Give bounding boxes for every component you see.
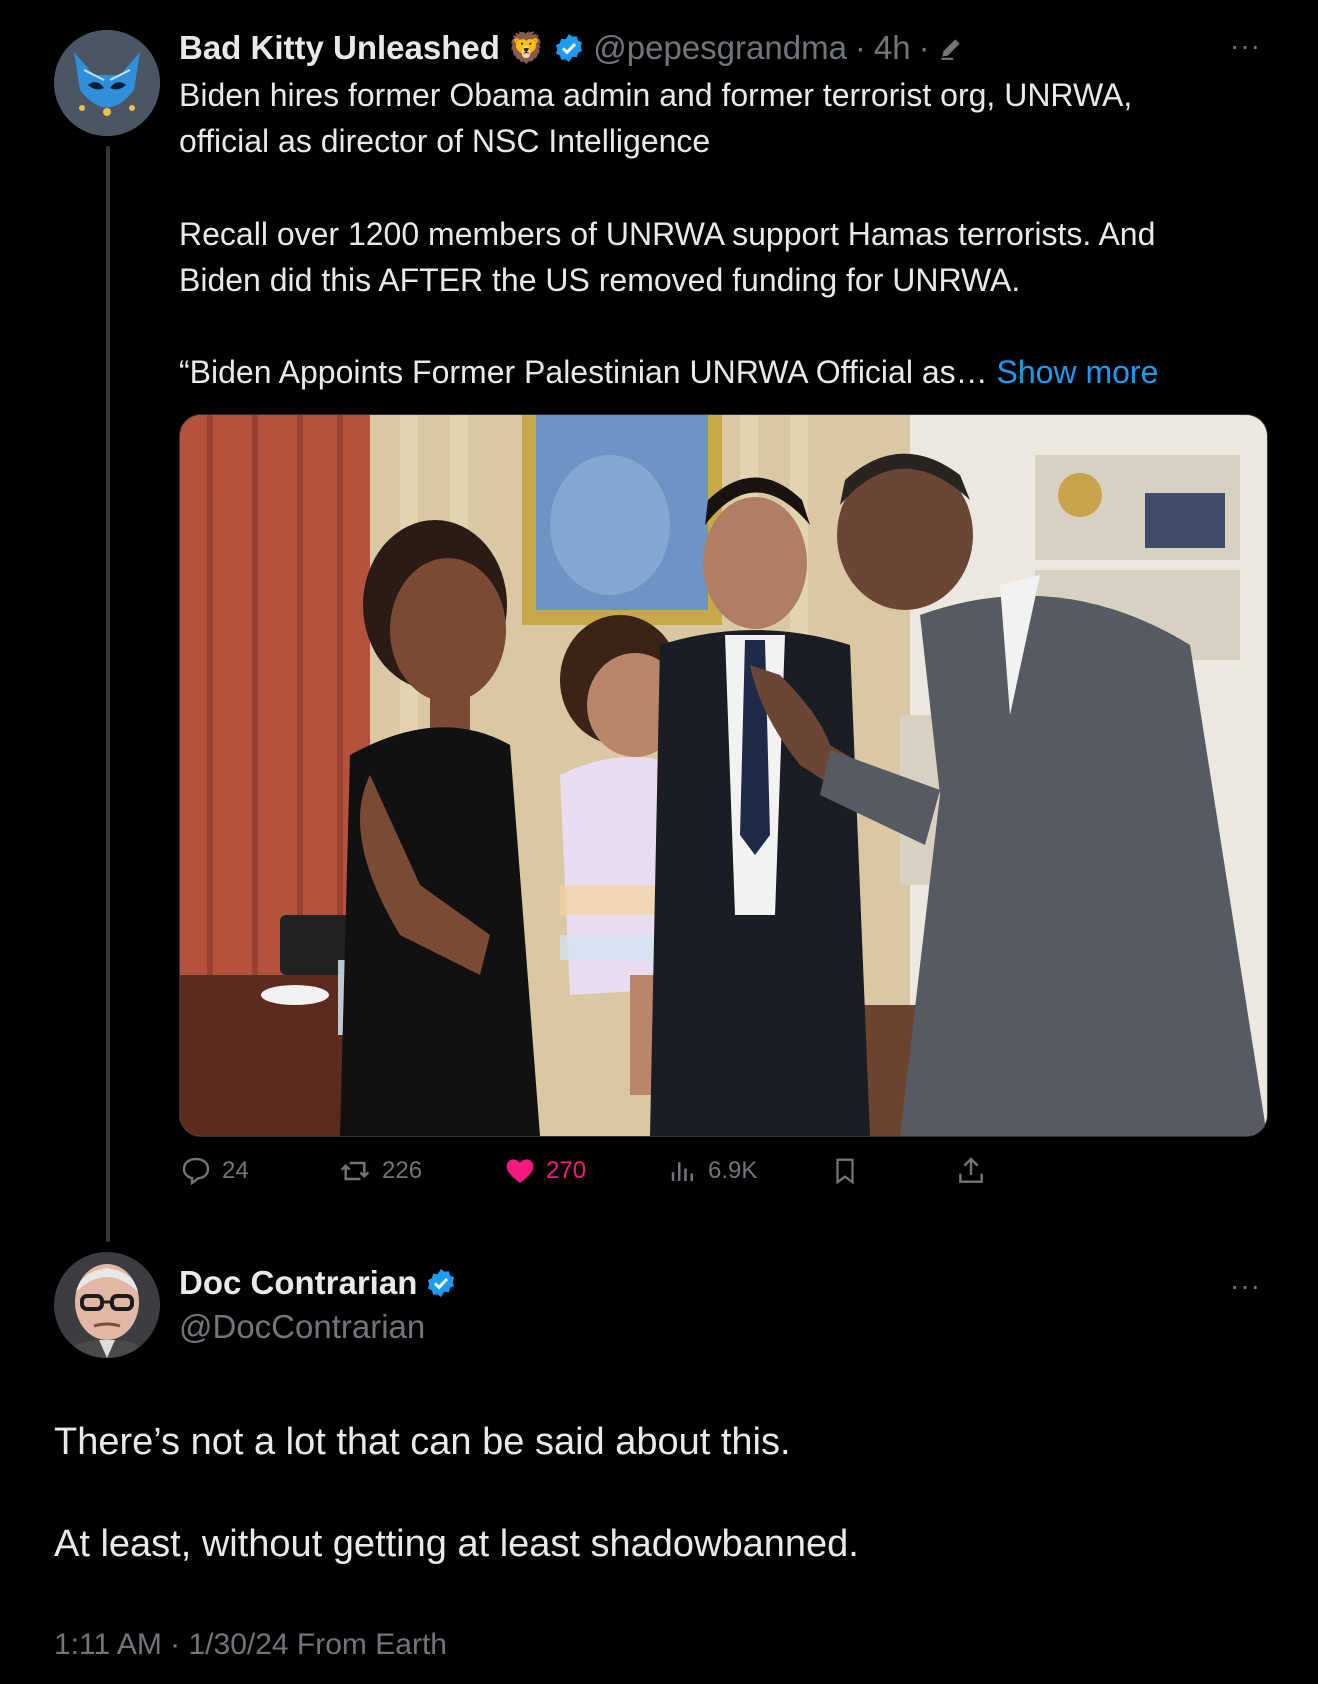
- tweet-photo[interactable]: [179, 414, 1268, 1137]
- tweet1-header: Bad Kitty Unleashed 🦁 @pepesgrandma · 4h…: [179, 24, 964, 72]
- tweet2-text-paragraph-2: At least, without getting at least shado…: [54, 1523, 859, 1565]
- repost-button[interactable]: 226: [338, 1155, 422, 1187]
- tweet1-text-paragraph-2: Recall over 1200 members of UNRWA suppor…: [179, 216, 1156, 298]
- share-icon: [959, 1157, 983, 1183]
- quote-text: “Biden Appoints Former Palestinian UNRWA…: [179, 354, 988, 390]
- post-timestamp[interactable]: 1:11 AM · 1/30/24 From Earth: [54, 1628, 447, 1662]
- more-icon[interactable]: ···: [1230, 1270, 1261, 1302]
- views-count: 6.9K: [708, 1157, 758, 1184]
- views-button[interactable]: 6.9K: [668, 1155, 757, 1187]
- bookmark-button[interactable]: [830, 1155, 860, 1187]
- repost-count: 226: [382, 1157, 423, 1184]
- reply-button[interactable]: 24: [180, 1155, 249, 1187]
- tweet2-text-paragraph-1: There’s not a lot that can be said about…: [54, 1421, 791, 1463]
- author-handle[interactable]: @DocContrarian: [179, 1308, 425, 1346]
- reply-icon: [182, 1157, 210, 1186]
- author-name[interactable]: Doc Contrarian: [179, 1264, 417, 1302]
- avatar-bad-kitty[interactable]: [54, 30, 160, 136]
- avatar-doc-contrarian[interactable]: [54, 1252, 160, 1358]
- tweet2-header: Doc Contrarian: [179, 1260, 457, 1306]
- thread-connector-line: [106, 146, 110, 1242]
- like-icon: [506, 1159, 534, 1183]
- show-more-link[interactable]: Show more: [997, 354, 1159, 390]
- views-icon: [671, 1162, 693, 1181]
- post-time[interactable]: 4h: [874, 29, 911, 67]
- author-handle[interactable]: @pepesgrandma: [593, 29, 847, 67]
- like-button[interactable]: 270: [504, 1155, 586, 1187]
- edit-icon[interactable]: [938, 35, 964, 61]
- tweet1-text-paragraph-3: “Biden Appoints Former Palestinian UNRWA…: [179, 349, 1279, 395]
- reply-count: 24: [222, 1157, 249, 1184]
- author-emoji: 🦁: [507, 31, 546, 65]
- share-button[interactable]: [955, 1155, 987, 1187]
- bookmark-icon: [836, 1158, 854, 1185]
- like-count: 270: [546, 1157, 587, 1184]
- more-icon[interactable]: ···: [1230, 30, 1261, 62]
- separator: ·: [918, 29, 930, 66]
- verified-icon: [428, 1269, 455, 1297]
- author-name[interactable]: Bad Kitty Unleashed: [179, 29, 500, 67]
- verified-icon: [556, 34, 583, 62]
- repost-icon: [340, 1161, 370, 1181]
- separator: ·: [854, 29, 866, 66]
- tweet1-text-paragraph-1: Biden hires former Obama admin and forme…: [179, 77, 1133, 159]
